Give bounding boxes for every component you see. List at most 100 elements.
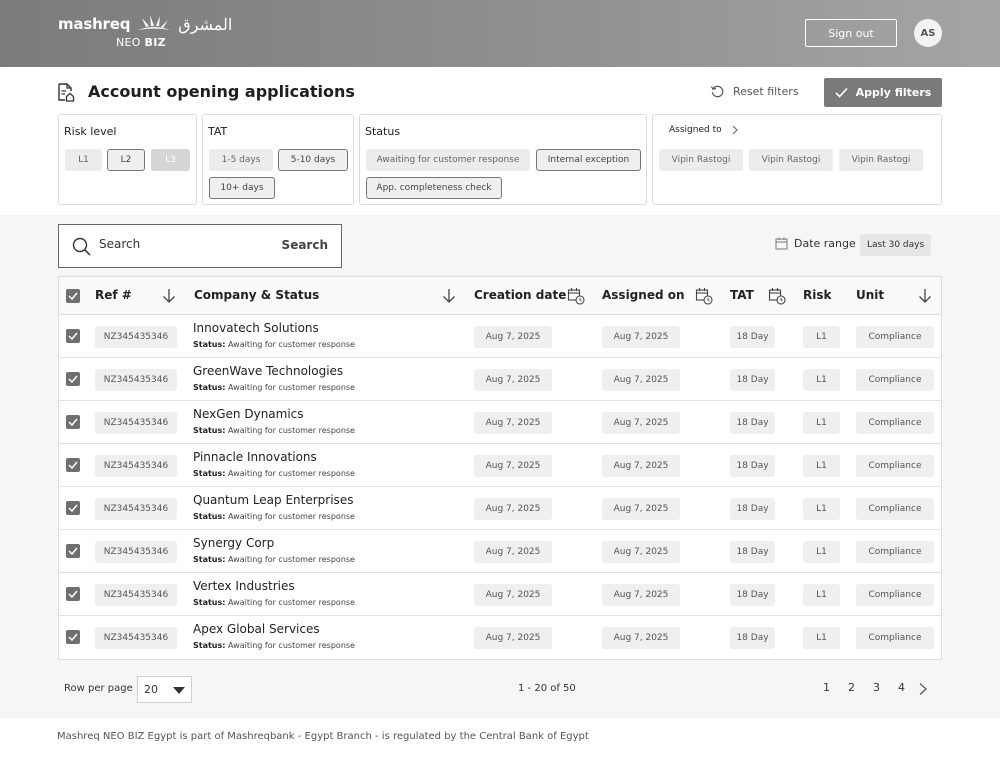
search-button[interactable]: Search	[282, 238, 328, 252]
table-row[interactable]: NZ345435346 Innovatech Solutions Status: A…	[59, 315, 941, 358]
company-status: Status: Awaiting for customer response	[193, 598, 355, 607]
table-row[interactable]: NZ345435346 Synergy Corp Status: Awaiting …	[59, 530, 941, 573]
chevron-right-icon[interactable]	[917, 682, 929, 696]
sort-arrow-down-icon[interactable]	[160, 287, 178, 305]
page-4-link[interactable]: 4	[898, 681, 905, 694]
status-value: Awaiting for customer response	[228, 555, 355, 564]
company-name[interactable]: Pinnacle Innovations	[193, 450, 317, 464]
sort-arrow-down-icon[interactable]	[916, 287, 934, 305]
creation-date: Aug 7, 2025	[474, 627, 552, 649]
search-input[interactable]	[99, 237, 279, 251]
unit-value: Compliance	[856, 412, 934, 434]
assigned-to-title: Assigned to	[669, 125, 722, 135]
logo-sub-biz: BIZ	[144, 36, 166, 49]
row-checkbox[interactable]	[66, 501, 80, 515]
column-assigned-on[interactable]: Assigned on	[602, 288, 685, 302]
status-chip-internal-exception[interactable]: Internal exception	[536, 149, 641, 171]
row-checkbox[interactable]	[66, 587, 80, 601]
table-row[interactable]: NZ345435346 Apex Global Services Status: A…	[59, 616, 941, 659]
table-row[interactable]: NZ345435346 GreenWave Technologies Status:…	[59, 358, 941, 401]
status-filter: Status Awaiting for customer response In…	[359, 114, 647, 205]
column-unit[interactable]: Unit	[856, 288, 884, 302]
table-row[interactable]: NZ345435346 NexGen Dynamics Status: Awaiti…	[59, 401, 941, 444]
company-name[interactable]: Quantum Leap Enterprises	[193, 493, 353, 507]
row-checkbox[interactable]	[66, 630, 80, 644]
assignee-chip-3[interactable]: Vipin Rastogi	[839, 149, 923, 171]
checkmark-icon	[68, 633, 78, 641]
assigned-to-header[interactable]: Assigned to	[669, 125, 738, 135]
table-row[interactable]: NZ345435346 Quantum Leap Enterprises Statu…	[59, 487, 941, 530]
ref-number: NZ345435346	[95, 455, 177, 477]
company-name[interactable]: Synergy Corp	[193, 536, 274, 550]
date-range-control[interactable]: Date range	[775, 237, 856, 250]
apply-filters-label: Apply filters	[855, 86, 932, 99]
tat-chip-5-10[interactable]: 5-10 days	[278, 149, 348, 171]
calendar-clock-icon[interactable]	[567, 287, 585, 305]
tat-chip-1-5[interactable]: 1-5 days	[209, 149, 273, 171]
mashreq-logo: mashreq المشرق NEO BIZ	[58, 14, 232, 50]
rows-per-page-label: Row per page	[64, 683, 133, 694]
sign-out-button[interactable]: Sign out	[805, 19, 897, 47]
user-avatar[interactable]: AS	[914, 19, 942, 47]
unit-value: Compliance	[856, 326, 934, 348]
creation-date: Aug 7, 2025	[474, 369, 552, 391]
table-row[interactable]: NZ345435346 Pinnacle Innovations Status: A…	[59, 444, 941, 487]
risk-chip-l1[interactable]: L1	[65, 149, 102, 171]
column-risk[interactable]: Risk	[803, 288, 831, 302]
row-checkbox[interactable]	[66, 415, 80, 429]
page-3-link[interactable]: 3	[873, 681, 880, 694]
row-checkbox[interactable]	[66, 544, 80, 558]
page-2-link[interactable]: 2	[848, 681, 855, 694]
apply-filters-button[interactable]: Apply filters	[824, 78, 942, 107]
column-ref[interactable]: Ref #	[95, 288, 132, 302]
company-name[interactable]: Vertex Industries	[193, 579, 295, 593]
company-status: Status: Awaiting for customer response	[193, 469, 355, 478]
ref-number: NZ345435346	[95, 584, 177, 606]
date-range-value[interactable]: Last 30 days	[860, 234, 932, 256]
company-status: Status: Awaiting for customer response	[193, 340, 355, 349]
assignee-chip-1[interactable]: Vipin Rastogi	[659, 149, 743, 171]
company-name[interactable]: Apex Global Services	[193, 622, 320, 636]
tat-value: 18 Day	[730, 541, 775, 563]
tat-value: 18 Day	[730, 326, 775, 348]
ref-number: NZ345435346	[95, 498, 177, 520]
risk-value: L1	[803, 541, 840, 563]
company-name[interactable]: NexGen Dynamics	[193, 407, 304, 421]
ref-number: NZ345435346	[95, 541, 177, 563]
assignee-chip-2[interactable]: Vipin Rastogi	[749, 149, 833, 171]
row-checkbox[interactable]	[66, 458, 80, 472]
caret-down-icon	[173, 687, 185, 694]
sort-arrow-down-icon[interactable]	[440, 287, 458, 305]
column-company-status[interactable]: Company & Status	[194, 288, 319, 302]
company-name[interactable]: GreenWave Technologies	[193, 364, 343, 378]
sunburst-logo-icon	[138, 15, 171, 30]
table-row[interactable]: NZ345435346 Vertex Industries Status: Awai…	[59, 573, 941, 616]
status-value: Awaiting for customer response	[228, 512, 355, 521]
risk-chip-l3[interactable]: L3	[151, 149, 190, 171]
status-chip-completeness[interactable]: App. completeness check	[366, 177, 502, 199]
risk-chip-l2[interactable]: L2	[107, 149, 145, 171]
risk-value: L1	[803, 412, 840, 434]
checkmark-icon	[68, 590, 78, 598]
company-name[interactable]: Innovatech Solutions	[193, 321, 319, 335]
check-icon	[835, 87, 848, 98]
risk-value: L1	[803, 326, 840, 348]
calendar-clock-icon[interactable]	[695, 287, 713, 305]
column-tat[interactable]: TAT	[730, 288, 754, 302]
rows-per-page-select[interactable]: 20	[137, 676, 192, 703]
logo-sub-neo: NEO	[116, 36, 141, 49]
tat-chip-10-plus[interactable]: 10+ days	[209, 177, 275, 199]
row-checkbox[interactable]	[66, 329, 80, 343]
row-checkbox[interactable]	[66, 372, 80, 386]
chevron-right-icon	[732, 125, 738, 135]
risk-level-filter: Risk level L1 L2 L3	[58, 114, 197, 205]
column-creation-date[interactable]: Creation date	[474, 288, 566, 302]
status-title: Status	[365, 125, 401, 138]
calendar-clock-icon[interactable]	[768, 287, 786, 305]
page-1-link[interactable]: 1	[823, 681, 830, 694]
reset-filters-button[interactable]: Reset filters	[710, 84, 799, 99]
checkmark-icon	[68, 332, 78, 340]
select-all-checkbox[interactable]	[66, 289, 80, 303]
status-chip-awaiting[interactable]: Awaiting for customer response	[366, 149, 530, 171]
unit-value: Compliance	[856, 627, 934, 649]
